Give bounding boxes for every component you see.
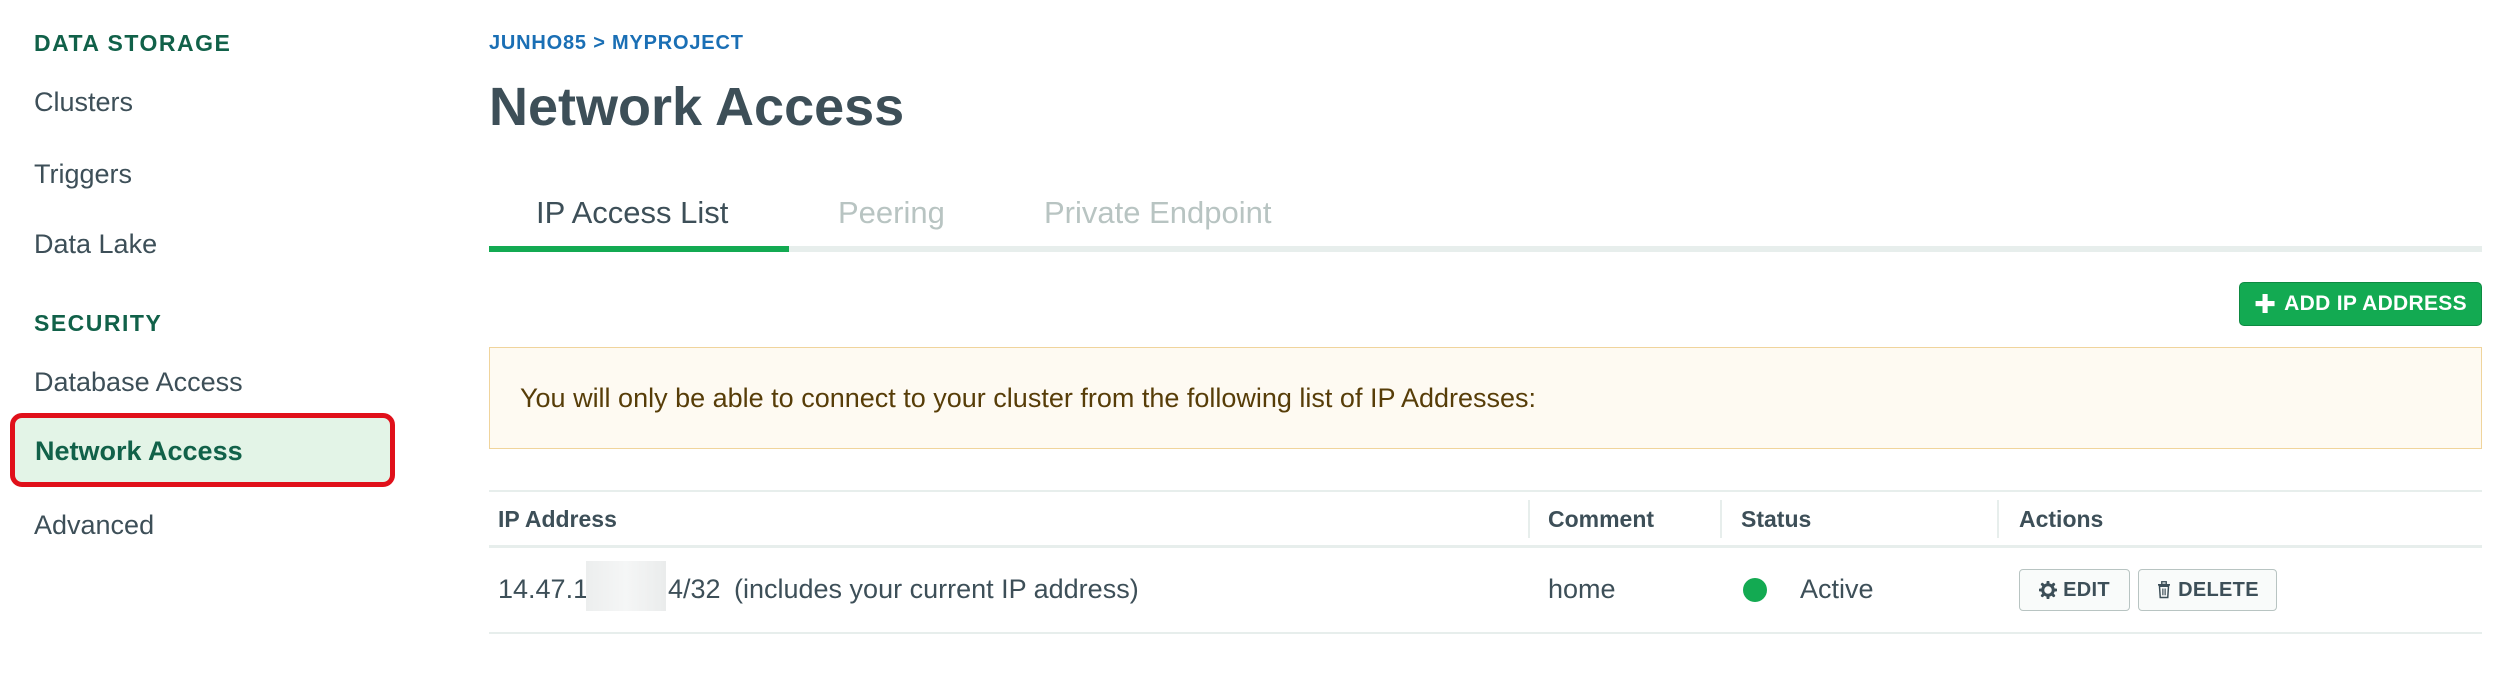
sidebar-item-data-lake[interactable]: Data Lake	[34, 229, 157, 260]
ip-notice-banner: You will only be able to connect to your…	[489, 347, 2482, 449]
ip-status: Active	[1800, 574, 1874, 604]
delete-label: DELETE	[2178, 578, 2259, 601]
ip-notice-text: You will only be able to connect to your…	[520, 382, 1537, 413]
section-heading-data-storage: DATA STORAGE	[34, 30, 232, 56]
table-row-border	[489, 632, 2482, 634]
tab-ip-access-list[interactable]: IP Access List	[536, 195, 728, 231]
status-active-dot	[1743, 578, 1767, 602]
sidebar: DATA STORAGE Clusters Triggers Data Lake…	[0, 0, 420, 678]
ip-address-suffix: 4/32	[668, 574, 721, 604]
column-header-status: Status	[1741, 506, 1812, 532]
sidebar-item-clusters[interactable]: Clusters	[34, 87, 133, 118]
column-header-ip-address: IP Address	[498, 506, 617, 532]
sidebar-item-network-access[interactable]: Network Access	[10, 413, 395, 487]
gear-icon	[2039, 581, 2058, 599]
section-heading-security: SECURITY	[34, 310, 163, 336]
add-ip-address-label: ADD IP ADDRESS	[2284, 292, 2467, 315]
sidebar-item-label: Network Access	[35, 436, 243, 466]
active-tab-indicator	[489, 246, 789, 252]
add-ip-address-button[interactable]: ✚ ADD IP ADDRESS	[2239, 282, 2482, 326]
column-divider	[1720, 500, 1722, 538]
sidebar-item-triggers[interactable]: Triggers	[34, 159, 132, 190]
sidebar-item-database-access[interactable]: Database Access	[34, 367, 243, 398]
tab-private-endpoint[interactable]: Private Endpoint	[1044, 195, 1271, 231]
table-top-border	[489, 490, 2482, 492]
ip-comment: home	[1548, 574, 1616, 604]
ip-address-note: (includes your current IP address)	[734, 574, 1139, 604]
delete-button[interactable]: DELETE	[2138, 569, 2277, 611]
sidebar-item-advanced[interactable]: Advanced	[34, 510, 154, 541]
redacted-ip-segment	[586, 561, 666, 611]
column-divider	[1997, 500, 1999, 538]
column-header-actions: Actions	[2019, 506, 2104, 532]
column-divider	[1528, 500, 1530, 538]
table-header-border	[489, 545, 2482, 548]
trash-icon	[2158, 581, 2171, 599]
column-header-comment: Comment	[1548, 506, 1655, 532]
edit-button[interactable]: EDIT	[2019, 569, 2130, 611]
breadcrumb[interactable]: JUNHO85 > MYPROJECT	[489, 32, 744, 55]
plus-icon: ✚	[2254, 289, 2277, 319]
edit-label: EDIT	[2063, 578, 2110, 601]
ip-address-prefix: 14.47.1	[498, 574, 589, 604]
tab-peering[interactable]: Peering	[838, 195, 945, 231]
page-title: Network Access	[489, 77, 905, 137]
